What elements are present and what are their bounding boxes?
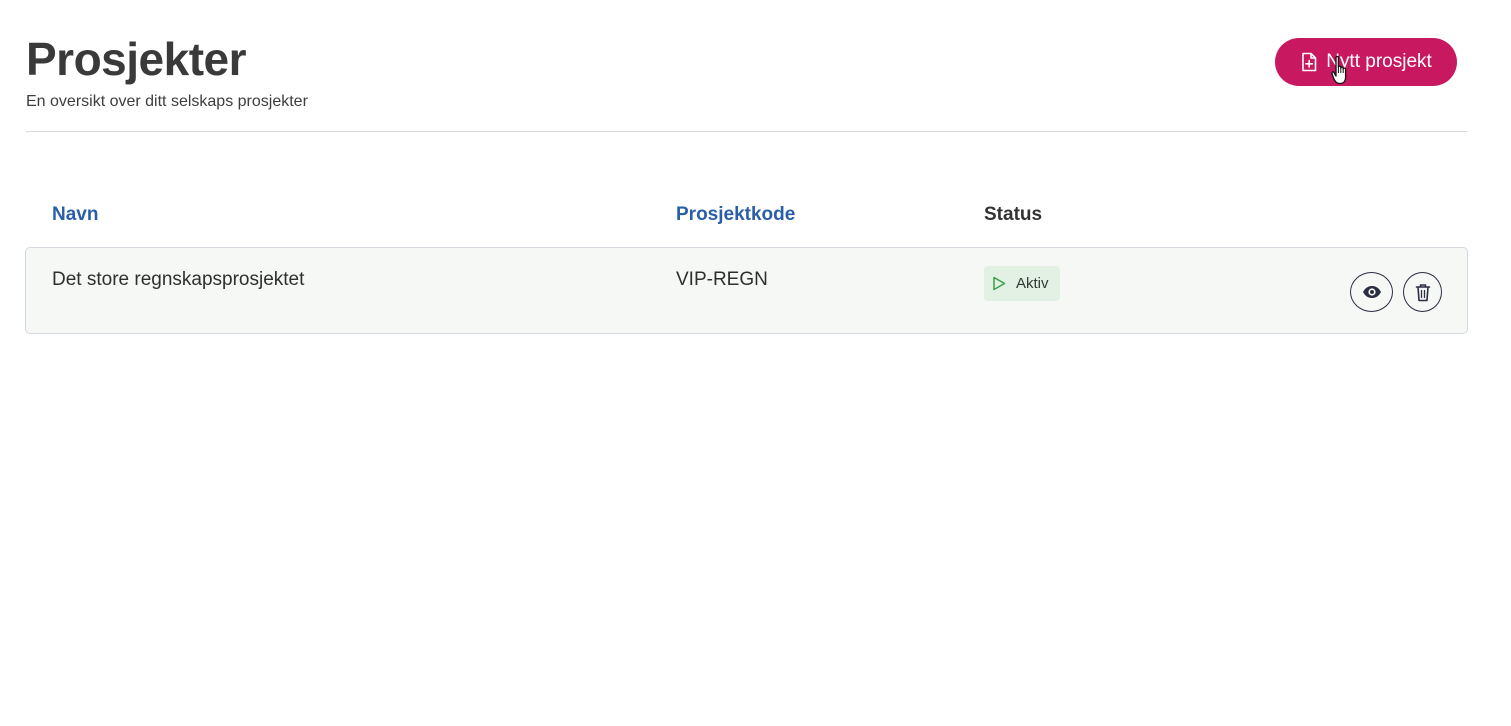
play-icon [992,276,1006,291]
column-header-project-code[interactable]: Prosjektkode [676,203,795,227]
page-subtitle: En oversikt over ditt selskaps prosjekte… [26,93,308,110]
file-plus-icon [1300,52,1318,72]
table-row[interactable]: Det store regnskapsprosjektet VIP-REGN A… [25,247,1468,334]
eye-icon [1362,285,1382,299]
delete-project-button[interactable] [1403,272,1442,312]
project-code-cell: VIP-REGN [676,269,768,290]
column-header-status: Status [984,204,1043,225]
trash-icon [1415,283,1431,302]
status-label: Aktiv [1016,275,1049,292]
status-badge: Aktiv [984,266,1060,301]
page-title: Prosjekter [26,33,247,85]
new-project-button-label: Nytt prosjekt [1326,51,1432,72]
view-project-button[interactable] [1350,272,1393,312]
column-header-name[interactable]: Navn [52,203,98,227]
project-name-cell: Det store regnskapsprosjektet [52,269,305,290]
new-project-button[interactable]: Nytt prosjekt [1275,38,1457,86]
projects-page: Prosjekter En oversikt over ditt selskap… [0,0,1511,726]
header-divider [26,131,1467,132]
